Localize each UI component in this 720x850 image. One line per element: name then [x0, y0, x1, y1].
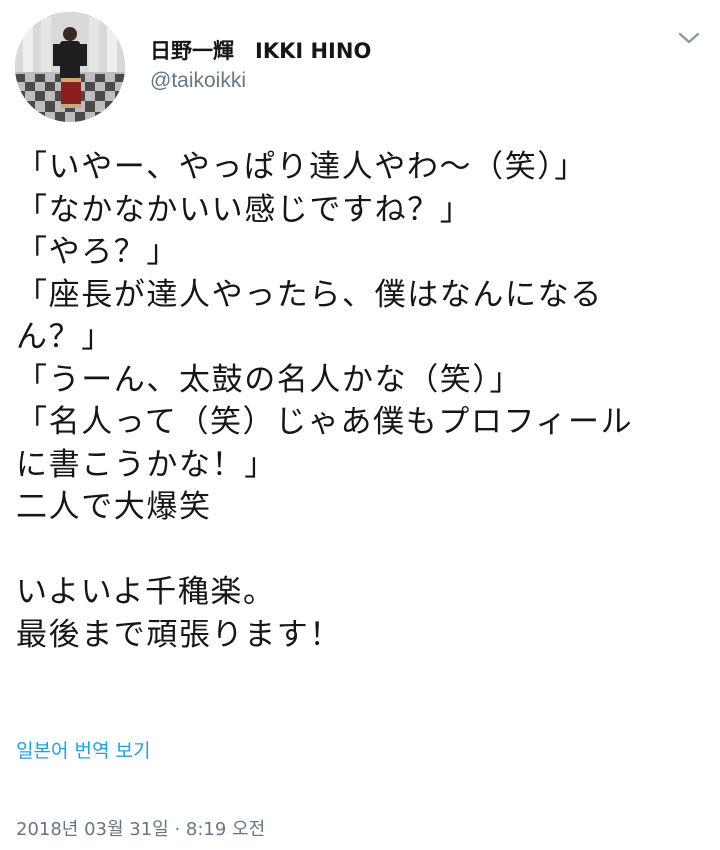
tweet-text-line: [16, 529, 706, 572]
avatar-photo: [15, 12, 125, 122]
tweet-text-line: 「うーん、太鼓の名人かな（笑）」: [16, 361, 523, 398]
translate-link[interactable]: 일본어 번역 보기: [16, 736, 150, 763]
tweet-text-line: 「いやー、やっぱり達人やわ～（笑）」: [16, 149, 587, 185]
tweet-header: 日野一輝 IKKI HINO @taikoikki: [0, 0, 720, 130]
chevron-down-icon[interactable]: [676, 28, 702, 48]
tweet-text-line: いよいよ千穐楽。: [16, 574, 276, 610]
avatar[interactable]: [15, 12, 125, 122]
tweet-text-line: 二人で大爆笑: [16, 489, 212, 525]
tweet-text-line: 最後まで頑張ります！: [16, 616, 342, 653]
tweet-text-line: 「名人って（笑）じゃあ僕もプロフィール: [16, 404, 634, 440]
tweet-text-line: に書こうかな！」: [16, 446, 277, 483]
tweet-timestamp[interactable]: 2018년 03월 31일 · 8:19 오전: [16, 815, 265, 841]
tweet-text-line: 「なかなかいい感じですね？」: [16, 191, 473, 228]
tweet-text: 「いやー、やっぱり達人やわ～（笑）」 「なかなかいい感じですね？」 「やろ？」 …: [16, 146, 706, 656]
tweet-text-line: 「座長が達人やったら、僕はなんになる: [16, 276, 603, 313]
tweet-detail: 日野一輝 IKKI HINO @taikoikki 「いやー、やっぱり達人やわ～…: [0, 0, 720, 850]
user-handle[interactable]: @taikoikki: [150, 68, 371, 94]
tweet-text-line: 「やろ？」: [16, 234, 179, 270]
user-names: 日野一輝 IKKI HINO @taikoikki: [150, 38, 371, 94]
tweet-text-line: ん？」: [16, 319, 114, 355]
display-name[interactable]: 日野一輝 IKKI HINO: [150, 38, 371, 64]
